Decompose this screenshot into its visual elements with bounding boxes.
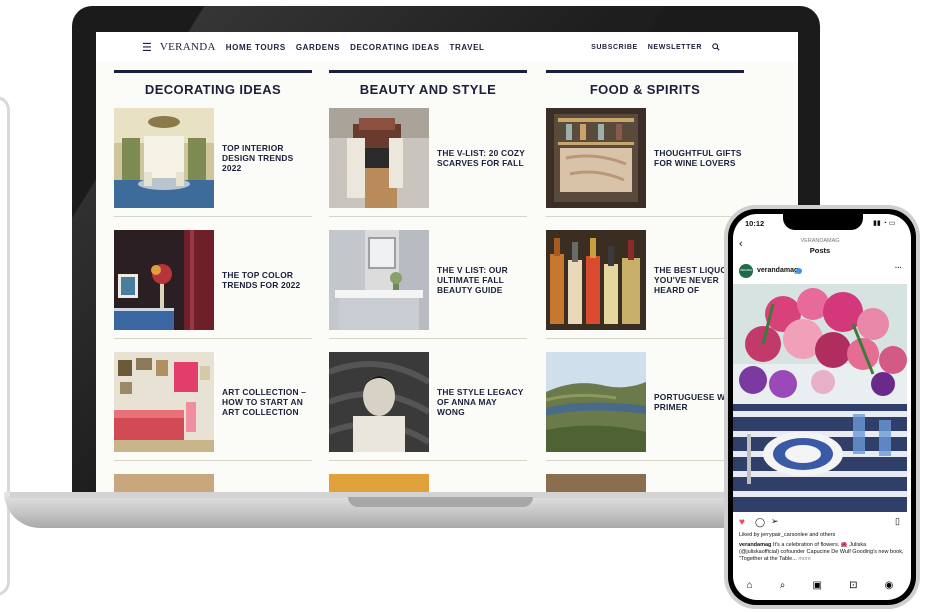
account-avatar[interactable]: VERANDA	[739, 264, 753, 278]
nav-gardens[interactable]: GARDENS	[296, 43, 340, 52]
nav-decorating-ideas[interactable]: DECORATING IDEAS	[350, 43, 439, 52]
column-rule	[546, 70, 744, 73]
article-title[interactable]: THE TOP COLOR TRENDS FOR 2022	[222, 230, 312, 330]
divider	[114, 216, 312, 217]
phone-bezel: 10:12 ▮▮ ◔ ▭ ‹ VERANDAMAG Posts VERANDA …	[728, 209, 916, 605]
more-options-icon[interactable]: ···	[895, 265, 902, 272]
profile-icon[interactable]: ◉	[885, 580, 894, 591]
article-card[interactable]: TOP INTERIOR DESIGN TRENDS 2022	[114, 108, 312, 208]
nav-utility-links: SUBSCRIBE NEWSLETTER	[581, 32, 720, 62]
article-card[interactable]: ART COLLECTION – HOW TO START AN ART COL…	[114, 352, 312, 452]
site-nav: ☰ VERANDA HOME TOURS GARDENS DECORATING …	[96, 32, 798, 62]
divider	[329, 338, 527, 339]
laptop-opening-notch	[348, 497, 533, 507]
divider	[546, 216, 744, 217]
article-title[interactable]: THE STYLE LEGACY OF ANNA MAY WONG	[437, 352, 527, 452]
article-title[interactable]: TOP INTERIOR DESIGN TRENDS 2022	[222, 108, 312, 208]
column-rule	[114, 70, 312, 73]
divider	[329, 460, 527, 461]
article-title[interactable]: THOUGHTFUL GIFTS FOR WINE LOVERS	[654, 108, 744, 208]
phone-notch	[783, 214, 863, 230]
article-thumbnail[interactable]	[329, 108, 429, 208]
divider	[329, 216, 527, 217]
phone-screen: 10:12 ▮▮ ◔ ▭ ‹ VERANDAMAG Posts VERANDA …	[733, 214, 911, 600]
share-icon[interactable]: ➢	[771, 516, 779, 527]
article-card[interactable]: THE STYLE LEGACY OF ANNA MAY WONG	[329, 352, 527, 452]
article-card[interactable]: THE BEST LIQUOR YOU'VE NEVER HEARD OF	[546, 230, 744, 330]
column-rule	[329, 70, 527, 73]
caption-username[interactable]: verandamag	[739, 542, 771, 548]
nav-travel[interactable]: TRAVEL	[450, 43, 485, 52]
hamburger-menu-icon[interactable]: ☰	[142, 41, 152, 54]
column-decorating-ideas: DECORATING IDEAS TOP INTERIOR DESIGN TRE…	[114, 70, 312, 494]
article-thumbnail[interactable]	[329, 230, 429, 330]
divider	[114, 338, 312, 339]
column-title: BEAUTY AND STYLE	[359, 82, 497, 97]
search-icon[interactable]	[712, 43, 720, 51]
site-logo[interactable]: VERANDA	[160, 41, 216, 53]
column-food-and-spirits: FOOD & SPIRITS THOUGHTFUL GIFTS FOR WINE…	[546, 70, 744, 494]
article-title[interactable]: THE V-LIST: 20 COZY SCARVES FOR FALL	[437, 108, 527, 208]
status-icons: ▮▮ ◔ ▭	[873, 220, 896, 227]
article-thumbnail-partial	[546, 474, 646, 494]
save-bookmark-icon[interactable]: ▯	[895, 516, 900, 527]
article-card[interactable]: THE V-LIST: 20 COZY SCARVES FOR FALL	[329, 108, 527, 208]
article-thumbnail-partial	[114, 474, 214, 494]
article-card[interactable]: THOUGHTFUL GIFTS FOR WINE LOVERS	[546, 108, 744, 208]
article-thumbnail-partial	[329, 474, 429, 494]
post-username[interactable]: verandamag	[757, 267, 798, 274]
like-heart-icon[interactable]: ♥	[739, 517, 745, 528]
header-title: Posts	[809, 246, 831, 255]
laptop-screen-bezel: ☰ VERANDA HOME TOURS GARDENS DECORATING …	[72, 6, 820, 496]
status-time: 10:12	[745, 219, 765, 228]
header-account: VERANDAMAG	[800, 238, 840, 244]
divider	[546, 460, 744, 461]
bottom-tab-bar: ⌂ ⌕ ▣ ⊡ ◉	[733, 576, 907, 594]
article-thumbnail[interactable]	[329, 352, 429, 452]
article-title[interactable]: THE V LIST: OUR ULTIMATE FALL BEAUTY GUI…	[437, 230, 527, 330]
divider	[546, 338, 744, 339]
article-thumbnail[interactable]	[546, 108, 646, 208]
article-thumbnail[interactable]	[114, 108, 214, 208]
column-title: FOOD & SPIRITS	[589, 82, 701, 97]
column-beauty-and-style: BEAUTY AND STYLE THE V-LIST: 20 COZY SCA…	[329, 70, 527, 494]
post-image[interactable]	[733, 284, 907, 512]
search-icon[interactable]: ⌕	[780, 580, 786, 591]
partial-tablet-device	[0, 96, 10, 596]
liked-by-text[interactable]: Liked by jerrypair_carsonlee and others	[739, 532, 904, 538]
shop-icon[interactable]: ⊡	[849, 580, 857, 591]
post-caption: verandamag It's a celebration of flowers…	[739, 542, 904, 564]
article-thumbnail[interactable]	[546, 230, 646, 330]
comment-icon[interactable]: ◯	[755, 517, 765, 528]
caption-more-link[interactable]: more	[798, 556, 811, 562]
newsletter-link[interactable]: NEWSLETTER	[648, 44, 702, 51]
article-thumbnail[interactable]	[114, 352, 214, 452]
home-icon[interactable]: ⌂	[747, 580, 753, 591]
article-card[interactable]: PORTUGUESE WI A PRIMER	[546, 352, 744, 452]
nav-home-tours[interactable]: HOME TOURS	[226, 43, 286, 52]
laptop-screen: ☰ VERANDA HOME TOURS GARDENS DECORATING …	[96, 32, 798, 496]
article-card[interactable]: THE TOP COLOR TRENDS FOR 2022	[114, 230, 312, 330]
article-card[interactable]: THE V LIST: OUR ULTIMATE FALL BEAUTY GUI…	[329, 230, 527, 330]
reels-icon[interactable]: ▣	[813, 580, 822, 591]
article-title[interactable]: ART COLLECTION – HOW TO START AN ART COL…	[222, 352, 312, 452]
smartphone: 10:12 ▮▮ ◔ ▭ ‹ VERANDAMAG Posts VERANDA …	[724, 205, 920, 609]
divider	[114, 460, 312, 461]
verified-badge-icon	[796, 268, 802, 274]
subscribe-link[interactable]: SUBSCRIBE	[591, 44, 638, 51]
article-thumbnail[interactable]	[546, 352, 646, 452]
column-title: DECORATING IDEAS	[144, 82, 282, 97]
article-thumbnail[interactable]	[114, 230, 214, 330]
